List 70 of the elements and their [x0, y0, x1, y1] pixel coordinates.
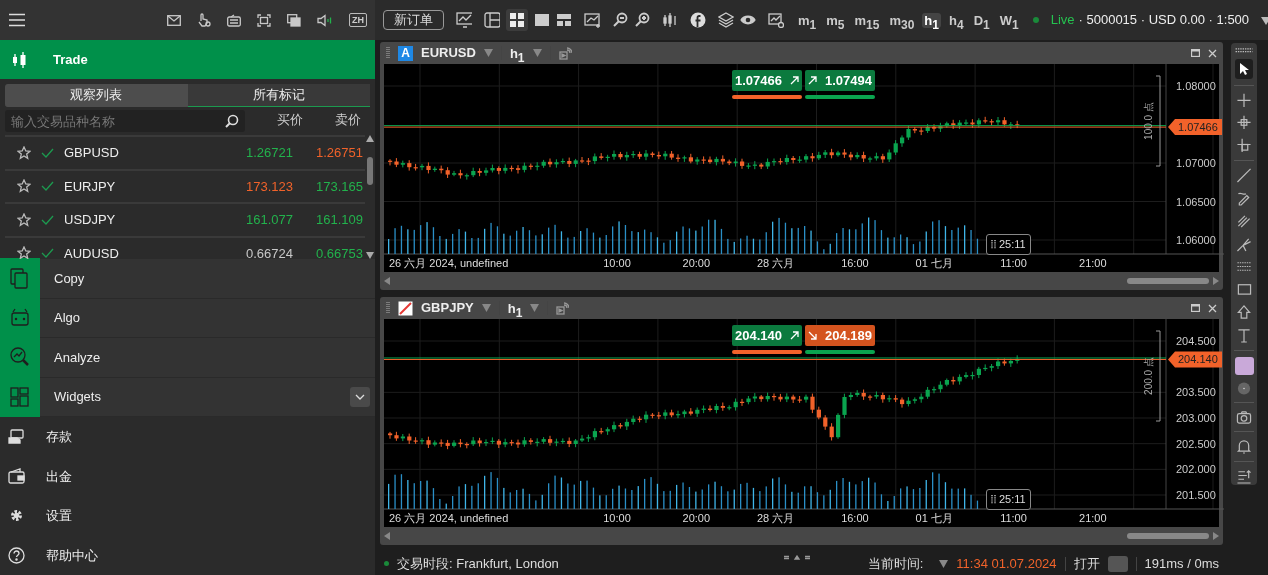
bid-price: 0.66724 — [245, 244, 293, 259]
price-label: 202.000 — [1176, 463, 1216, 476]
current-time-label: 当前时间: — [867, 554, 924, 573]
time-label: 26 六月 2024, undefined — [389, 257, 509, 269]
current-price-tag: 204.140 — [1168, 351, 1222, 368]
price-label: 203.000 — [1176, 412, 1216, 424]
symbol-badge[interactable]: A — [398, 45, 413, 61]
time-label: 16:00 — [841, 257, 869, 269]
time-label: 28 六月 — [756, 257, 795, 269]
ask-price: 1.26751 — [315, 144, 363, 162]
trade-menu-item[interactable]: Trade — [0, 40, 375, 79]
countdown-text: 25:11 — [999, 492, 1026, 507]
price-label: 1.06500 — [1176, 195, 1216, 208]
time-label: 28 六月 — [756, 512, 795, 524]
menu-item[interactable]: Copy — [0, 259, 375, 299]
sell-price-button[interactable]: 1.07466 — [732, 70, 802, 91]
trading-session: 交易时段: Frankfurt, London — [397, 554, 559, 573]
sell-price-button[interactable]: 204.140 — [732, 325, 802, 346]
range-label: 100.0 点 — [1143, 102, 1154, 140]
account-details: · 5000015 · USD 0.00 · 1:500 — [1078, 11, 1250, 30]
time-label: 26 六月 2024, undefined — [389, 512, 509, 524]
toggle-label: 打开 — [1073, 554, 1100, 573]
ask-price: 161.109 — [315, 211, 363, 229]
bid-price: 1.26721 — [245, 144, 293, 162]
ask-price: 0.66753 — [315, 244, 363, 259]
latency: 191ms / 0ms — [1144, 554, 1219, 573]
ask-price: 173.165 — [315, 177, 363, 196]
bid-price: 161.077 — [245, 211, 293, 229]
current-time: 11:34 01.07.2024 — [956, 554, 1057, 573]
price-label: 1.06000 — [1176, 234, 1216, 246]
chart-symbol[interactable]: EURUSD — [421, 43, 476, 63]
column-header: 卖价 — [334, 110, 361, 129]
time-label: 21:00 — [1079, 512, 1107, 524]
time-label: 10:00 — [603, 257, 631, 269]
countdown-text: 25:11 — [999, 237, 1026, 252]
menu-item[interactable]: Widgets — [0, 377, 375, 417]
time-label: 11:00 — [1000, 512, 1027, 524]
range-label: 200.0 点 — [1143, 357, 1154, 395]
time-label: 20:00 — [682, 512, 711, 524]
new-order-button[interactable]: 新订单 — [383, 10, 444, 30]
watchlist-tab[interactable]: 所有标记 — [187, 84, 370, 107]
price-label: 1.07000 — [1176, 157, 1216, 169]
price-label: 201.500 — [1176, 489, 1216, 501]
search-field[interactable]: 输入交易品种名称 — [5, 110, 245, 132]
symbol-name: USDJPY — [64, 211, 117, 229]
column-header: 买价 — [276, 110, 303, 129]
menu-item[interactable]: Algo — [0, 298, 375, 338]
time-label: 01 七月 — [915, 512, 953, 524]
price-label: 204.500 — [1176, 335, 1216, 347]
buy-price-button[interactable]: 204.189 — [805, 325, 875, 346]
price-label: 202.500 — [1176, 437, 1216, 450]
symbol-name: AUDUSD — [64, 244, 120, 259]
time-label: 20:00 — [682, 257, 711, 269]
symbol-name: GBPUSD — [64, 144, 120, 162]
time-label: 21:00 — [1079, 257, 1107, 269]
language-button[interactable]: ZH — [349, 13, 367, 27]
time-label: 16:00 — [841, 512, 869, 524]
time-label: 01 七月 — [915, 257, 953, 269]
watchlist-tab[interactable]: 观察列表 — [5, 84, 188, 107]
time-label: 10:00 — [603, 512, 631, 524]
account-status: Live — [1050, 11, 1075, 30]
chart-symbol[interactable]: GBPJPY — [421, 298, 474, 318]
buy-price-button[interactable]: 1.07494 — [805, 70, 875, 91]
symbol-name: EURJPY — [64, 177, 117, 196]
time-label: 11:00 — [1000, 257, 1027, 269]
current-price-tag: 1.07466 — [1168, 119, 1222, 136]
bid-price: 173.123 — [245, 177, 293, 196]
price-label: 203.500 — [1176, 386, 1216, 399]
price-label: 1.08000 — [1176, 80, 1216, 92]
menu-item[interactable]: Analyze — [0, 338, 375, 378]
